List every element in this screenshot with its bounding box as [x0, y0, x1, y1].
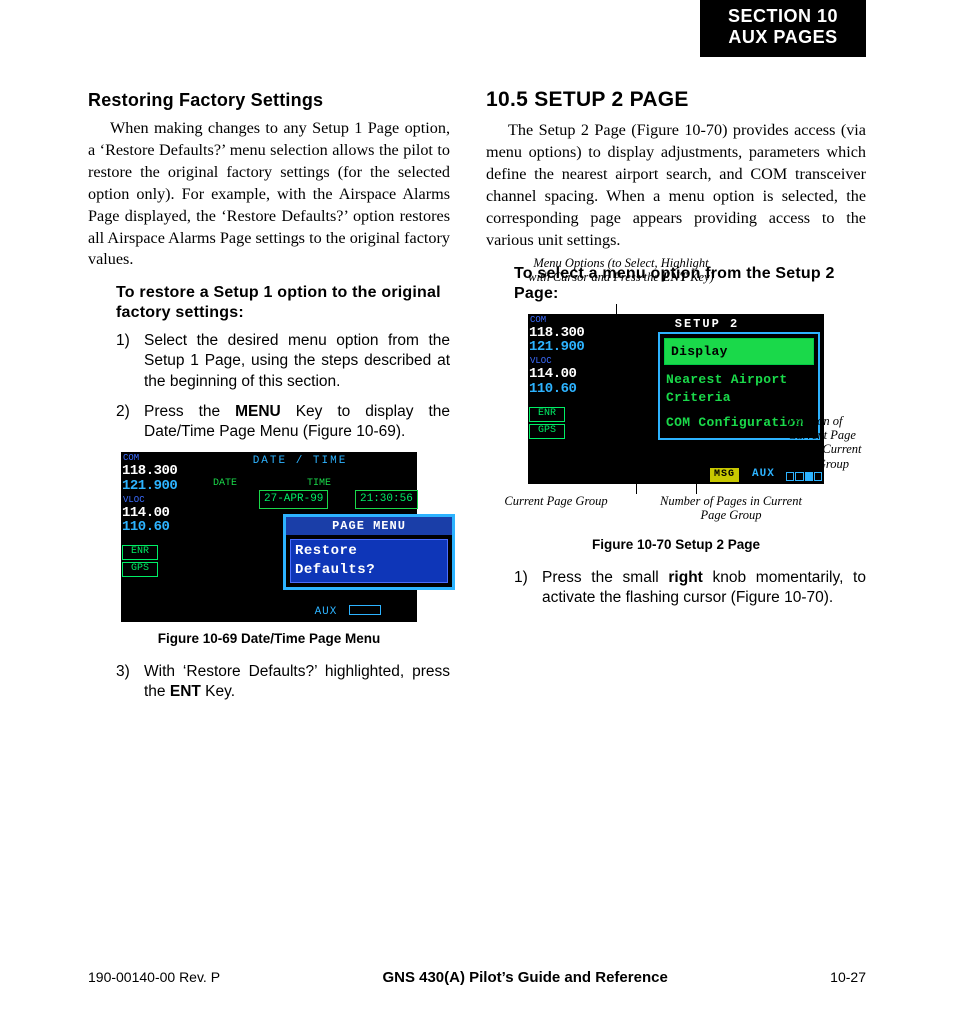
com-active: 118.300 [121, 464, 183, 479]
callout-line [686, 454, 803, 455]
msg-annunciator: MSG [710, 468, 739, 482]
step-text: With ‘Restore Defaults?’ highlighted, pr… [144, 662, 450, 702]
list-item-nearest: Nearest Airport Criteria [660, 367, 818, 410]
page-dot [814, 472, 822, 481]
step-text-frag: Press the small [542, 569, 668, 586]
aux-label: AUX [315, 606, 338, 618]
aux-indicator: AUX [315, 604, 381, 620]
page-footer: 190-00140-00 Rev. P GNS 430(A) Pilot’s G… [88, 969, 866, 986]
step-text: Press the MENU Key to display the Date/T… [144, 402, 450, 442]
subhead-restoring: Restoring Factory Settings [88, 88, 450, 112]
com-active: 118.300 [528, 326, 590, 341]
callout-frag: Key) [687, 270, 714, 284]
step-text: Select the desired menu option from the … [144, 331, 450, 391]
instr-head-restore: To restore a Setup 1 option to the origi… [116, 283, 450, 323]
callout-current-group: Current Page Group [486, 494, 626, 508]
figure-10-70-wrapper: Menu Options (to Select, Highlight with … [486, 314, 866, 528]
right-column: 10.5 SETUP 2 PAGE The Setup 2 Page (Figu… [486, 80, 866, 713]
vloc-standby: 110.60 [121, 520, 183, 535]
figure-10-70-device: COM 118.300 121.900 VLOC 114.00 110.60 E… [528, 314, 824, 484]
com-label: COM [528, 314, 590, 326]
key-label: right [668, 569, 702, 586]
steps-setup2: 1) Press the small right knob momentaril… [514, 568, 866, 608]
device-main-pane: DATE / TIME DATE TIME 27-APR-99 21:30:56… [183, 452, 417, 622]
com-standby: 121.900 [528, 340, 590, 355]
step-3: 3) With ‘Restore Defaults?’ highlighted,… [116, 662, 450, 702]
callout-position: Position of Current Page within Current … [788, 414, 878, 472]
steps-restore-cont: 3) With ‘Restore Defaults?’ highlighted,… [116, 662, 450, 702]
page-title-datetime: DATE / TIME [183, 452, 417, 469]
com-standby: 121.900 [121, 479, 183, 494]
step-1: 1) Select the desired menu option from t… [116, 331, 450, 391]
page-title-setup2: SETUP 2 [590, 314, 824, 332]
figure-10-70-caption: Figure 10-70 Setup 2 Page [486, 536, 866, 554]
figure-10-69-device: COM 118.300 121.900 VLOC 114.00 110.60 E… [121, 452, 417, 622]
footer-title: GNS 430(A) Pilot’s Guide and Reference [382, 969, 667, 986]
key-label: ENT [170, 683, 201, 700]
vloc-active: 114.00 [528, 367, 590, 382]
vloc-label: VLOC [121, 494, 183, 506]
page-dot-current [805, 472, 813, 481]
restore-defaults-option: Restore Defaults? [290, 539, 448, 583]
head-setup2: 10.5 SETUP 2 PAGE [486, 86, 866, 114]
page-menu-bar: PAGE MENU [286, 517, 452, 535]
para-restoring: When making changes to any Setup 1 Page … [88, 118, 450, 271]
date-time-labels: DATE TIME [183, 469, 417, 491]
step-text-frag: Key. [201, 683, 235, 700]
gps-tag: GPS [122, 562, 158, 577]
time-label: TIME [307, 477, 331, 491]
callout-menu-options: Menu Options (to Select, Highlight with … [526, 256, 716, 285]
left-column: Restoring Factory Settings When making c… [88, 80, 450, 713]
key-label: ENT [662, 270, 687, 284]
enr-tag: ENR [529, 407, 565, 422]
list-item-display: Display [664, 338, 814, 366]
aux-label: AUX [752, 467, 775, 482]
page-dot [786, 472, 794, 481]
step-text: Press the small right knob momentarily, … [542, 568, 866, 608]
section-tab: SECTION 10 AUX PAGES [700, 0, 866, 57]
step-2: 2) Press the MENU Key to display the Dat… [116, 402, 450, 442]
content-columns: Restoring Factory Settings When making c… [88, 80, 866, 713]
aux-page-indicator [349, 605, 381, 615]
date-label: DATE [213, 477, 237, 491]
aux-page-indicator [786, 472, 822, 481]
time-value: 21:30:56 [355, 490, 418, 509]
key-label: MENU [235, 403, 281, 420]
step-number: 1) [514, 568, 542, 608]
footer-page-number: 10-27 [830, 969, 866, 986]
footer-doc-rev: 190-00140-00 Rev. P [88, 969, 220, 986]
callout-line [786, 432, 803, 433]
gps-tag: GPS [529, 424, 565, 439]
steps-restore: 1) Select the desired menu option from t… [116, 331, 450, 442]
step-number: 2) [116, 402, 144, 442]
step-text-frag: Press the [144, 403, 235, 420]
page-dot [795, 472, 803, 481]
figure-10-69-caption: Figure 10-69 Date/Time Page Menu [88, 630, 450, 648]
section-tab-line2: AUX PAGES [728, 27, 838, 48]
section-tab-line1: SECTION 10 [728, 6, 838, 27]
vloc-standby: 110.60 [528, 382, 590, 397]
callout-num-pages: Number of Pages in Current Page Group [656, 494, 806, 523]
device-left-pane: COM 118.300 121.900 VLOC 114.00 110.60 E… [121, 452, 184, 622]
device-left-pane: COM 118.300 121.900 VLOC 114.00 110.60 E… [528, 314, 591, 484]
callout-line [636, 474, 637, 494]
step-number: 3) [116, 662, 144, 702]
date-value: 27-APR-99 [259, 490, 328, 509]
page-menu-popup: PAGE MENU Restore Defaults? [283, 514, 455, 590]
step-number: 1) [116, 331, 144, 391]
vloc-active: 114.00 [121, 506, 183, 521]
step-1: 1) Press the small right knob momentaril… [514, 568, 866, 608]
enr-tag: ENR [122, 545, 158, 560]
callout-line [696, 474, 697, 494]
para-setup2: The Setup 2 Page (Figure 10-70) provides… [486, 120, 866, 251]
